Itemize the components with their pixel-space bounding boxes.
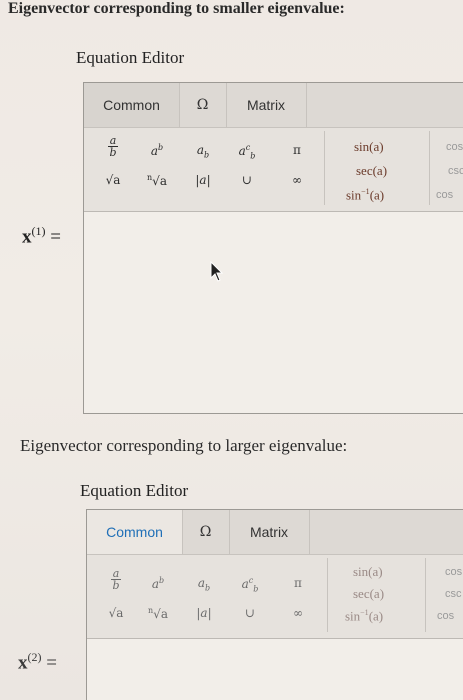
csc-button[interactable]: csc <box>448 165 463 177</box>
toolbar-divider <box>425 558 426 632</box>
fraction-button[interactable]: ab <box>101 568 131 592</box>
pi-button[interactable]: π <box>283 576 313 590</box>
power-button[interactable]: ab <box>143 576 173 591</box>
nth-root-button[interactable]: n√a <box>143 606 173 621</box>
absolute-value-button[interactable]: |a| <box>189 606 219 620</box>
sec-button[interactable]: sec(a) <box>356 163 387 179</box>
sin-button[interactable]: sin(a) <box>354 139 384 155</box>
absolute-value-button[interactable]: |a| <box>188 173 218 187</box>
sqrt-button[interactable]: √a <box>98 173 128 187</box>
subscript-button[interactable]: ab <box>188 143 218 159</box>
equation-editor-label: Equation Editor <box>80 481 189 500</box>
subsup-button[interactable]: acb <box>232 143 262 160</box>
csc-button[interactable]: csc <box>445 588 462 600</box>
tab-common[interactable]: Common <box>87 510 183 554</box>
equals-sign: = <box>46 652 57 674</box>
union-button[interactable]: ∪ <box>232 173 262 187</box>
mouse-cursor-icon <box>210 261 224 282</box>
section-title-smaller-eigenvalue: Eigenvector corresponding to smaller eig… <box>8 0 345 17</box>
page: Eigenvector corresponding to smaller eig… <box>0 0 463 700</box>
tab-matrix[interactable]: Matrix <box>226 83 307 127</box>
tab-matrix[interactable]: Matrix <box>229 510 310 554</box>
union-button[interactable]: ∪ <box>235 606 265 620</box>
sqrt-button[interactable]: √a <box>101 606 131 620</box>
tab-symbols[interactable]: Ω <box>182 510 230 554</box>
sin-button[interactable]: sin(a) <box>353 564 383 580</box>
equation-toolbar: Common Ω Matrix ab ab ab acb π √a n√a |a… <box>84 83 463 212</box>
sec-button[interactable]: sec(a) <box>353 586 384 602</box>
equation-editor-label: Equation Editor <box>76 48 185 67</box>
arcsin-button[interactable]: sin−1(a) <box>345 608 383 624</box>
vector-index: (1) <box>31 224 46 238</box>
vector-symbol: x <box>18 652 28 674</box>
equation-input-area[interactable] <box>84 212 463 413</box>
arccos-button[interactable]: cos <box>437 610 454 622</box>
toolbar-divider <box>324 131 325 205</box>
tab-common[interactable]: Common <box>84 83 180 127</box>
cos-button[interactable]: cos <box>445 566 462 578</box>
toolbar-divider <box>327 558 328 632</box>
fraction-button[interactable]: ab <box>98 135 128 159</box>
subsup-button[interactable]: acb <box>235 576 265 593</box>
arcsin-button[interactable]: sin−1(a) <box>346 187 384 203</box>
vector-x2-label: x(2) = <box>18 650 57 674</box>
vector-index: (2) <box>27 650 42 664</box>
infinity-button[interactable]: ∞ <box>282 173 312 187</box>
section-title-larger-eigenvalue: Eigenvector corresponding to larger eige… <box>20 436 348 455</box>
pi-button[interactable]: π <box>282 143 312 157</box>
equation-editor-2[interactable]: Common Ω Matrix ab ab ab acb π √a n√a |a… <box>86 509 463 700</box>
nth-root-button[interactable]: n√a <box>142 173 172 188</box>
vector-x1-label: x(1) = <box>22 224 61 248</box>
subscript-button[interactable]: ab <box>189 576 219 592</box>
arccos-button[interactable]: cos <box>436 189 453 201</box>
toolbar-divider <box>429 131 430 205</box>
toolbar-tabs: Common Ω Matrix <box>84 83 463 128</box>
vector-symbol: x <box>22 226 32 248</box>
equation-editor-1[interactable]: Common Ω Matrix ab ab ab acb π √a n√a |a… <box>83 82 463 414</box>
equation-toolbar: Common Ω Matrix ab ab ab acb π √a n√a |a… <box>87 510 463 639</box>
toolbar-tabs: Common Ω Matrix <box>87 510 463 555</box>
cos-button[interactable]: cos <box>446 141 463 153</box>
equals-sign: = <box>50 226 61 248</box>
power-button[interactable]: ab <box>142 143 172 158</box>
infinity-button[interactable]: ∞ <box>283 606 313 620</box>
equation-input-area[interactable] <box>87 639 463 700</box>
tab-symbols[interactable]: Ω <box>179 83 227 127</box>
